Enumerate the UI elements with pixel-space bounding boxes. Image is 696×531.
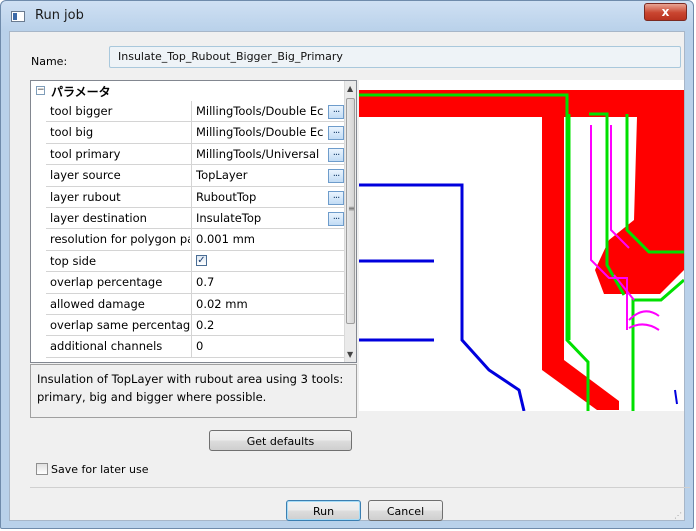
column-divider[interactable]: [191, 336, 192, 357]
run-job-dialog: Run job x Name: Insulate_Top_Rubout_Bigg…: [0, 0, 694, 529]
property-value[interactable]: TopLayer: [196, 168, 344, 182]
column-divider[interactable]: [191, 207, 192, 229]
property-name: additional channels: [50, 339, 163, 354]
browse-button[interactable]: ...: [328, 169, 344, 184]
scroll-up-icon[interactable]: ▲: [347, 84, 353, 93]
property-row[interactable]: tool primary MillingTools/Universal...: [46, 143, 345, 166]
property-name: layer rubout: [50, 189, 121, 204]
column-divider[interactable]: [191, 250, 192, 272]
property-name: tool primary: [50, 146, 121, 161]
column-divider[interactable]: [191, 293, 192, 314]
description-box: Insulation of TopLayer with rubout area …: [30, 364, 357, 418]
column-divider[interactable]: [191, 143, 192, 165]
property-value[interactable]: InsulateTop: [196, 211, 344, 225]
cancel-button[interactable]: Cancel: [368, 500, 443, 521]
property-row[interactable]: additional channels 0: [46, 336, 345, 358]
column-divider[interactable]: [191, 186, 192, 207]
save-for-later-checkbox[interactable]: [36, 463, 48, 475]
property-value[interactable]: MillingTools/Double Ec: [196, 125, 344, 139]
property-rows: tool bigger MillingTools/Double Ec... tool…: [46, 101, 345, 358]
property-row[interactable]: layer destination InsulateTop...: [46, 207, 345, 230]
footer-separator: [30, 487, 690, 488]
property-section-label: パラメータ: [51, 85, 111, 99]
property-name: layer destination: [50, 210, 147, 225]
title-bar[interactable]: Run job x: [1, 1, 693, 31]
property-section-header[interactable]: − パラメータ: [31, 81, 345, 101]
property-name: resolution for polygon pa: [50, 232, 190, 247]
property-value[interactable]: 0.001 mm: [196, 232, 344, 246]
property-row[interactable]: top side ✓: [46, 250, 345, 273]
property-name: overlap percentage: [50, 275, 163, 290]
property-value[interactable]: 0.7: [196, 275, 344, 289]
property-name: tool big: [50, 125, 94, 140]
column-divider[interactable]: [191, 272, 192, 293]
property-value[interactable]: RuboutTop: [196, 190, 344, 204]
property-scrollbar[interactable]: ▲ ≡ ▼: [344, 81, 356, 362]
property-name: tool bigger: [50, 104, 113, 118]
window-icon: [11, 11, 25, 22]
property-row[interactable]: tool bigger MillingTools/Double Ec...: [46, 101, 345, 123]
property-name: overlap same percentage: [50, 317, 190, 332]
get-defaults-button[interactable]: Get defaults: [209, 430, 352, 451]
browse-button[interactable]: ...: [328, 147, 344, 162]
save-for-later-label[interactable]: Save for later use: [51, 463, 149, 476]
property-name: allowed damage: [50, 296, 145, 311]
name-field[interactable]: Insulate_Top_Rubout_Bigger_Big_Primary: [109, 46, 681, 68]
column-divider[interactable]: [191, 122, 192, 143]
property-name: top side: [50, 253, 97, 268]
browse-button[interactable]: ...: [328, 190, 344, 205]
property-row[interactable]: layer rubout RuboutTop...: [46, 186, 345, 208]
collapse-icon[interactable]: −: [36, 86, 45, 95]
property-row[interactable]: allowed damage 0.02 mm: [46, 293, 345, 315]
property-grid-margin: [31, 101, 46, 362]
preview-canvas: [359, 80, 684, 411]
close-button[interactable]: x: [644, 3, 687, 21]
run-button[interactable]: Run: [286, 500, 361, 521]
browse-button[interactable]: ...: [328, 126, 344, 141]
close-icon: x: [661, 5, 670, 19]
scrollbar-grip-icon: ≡: [348, 204, 355, 213]
dialog-client-area: Name: Insulate_Top_Rubout_Bigger_Big_Pri…: [9, 31, 690, 521]
property-value[interactable]: MillingTools/Double Ec: [196, 104, 344, 118]
property-row[interactable]: overlap percentage 0.7: [46, 272, 345, 294]
name-label: Name:: [31, 55, 68, 68]
top-side-checkbox[interactable]: ✓: [196, 254, 207, 266]
property-value[interactable]: 0.02 mm: [196, 297, 344, 311]
window-title: Run job: [35, 8, 84, 23]
property-value[interactable]: MillingTools/Universal: [196, 147, 344, 161]
layer-preview[interactable]: [359, 80, 684, 411]
property-row[interactable]: layer source TopLayer...: [46, 165, 345, 187]
column-divider[interactable]: [191, 165, 192, 186]
resize-grip-icon[interactable]: ⋰: [674, 512, 682, 520]
browse-button[interactable]: ...: [328, 105, 344, 119]
column-divider[interactable]: [191, 101, 192, 122]
column-divider[interactable]: [191, 229, 192, 250]
scrollbar-thumb[interactable]: ≡: [346, 98, 355, 324]
scroll-down-icon[interactable]: ▼: [347, 350, 353, 359]
property-grid: − パラメータ tool bigger MillingTools/Double E…: [30, 80, 357, 363]
property-name: layer source: [50, 168, 121, 183]
property-row[interactable]: tool big MillingTools/Double Ec...: [46, 122, 345, 144]
property-value[interactable]: 0: [196, 339, 344, 353]
property-row[interactable]: resolution for polygon pa 0.001 mm: [46, 229, 345, 251]
column-divider[interactable]: [191, 314, 192, 336]
property-row[interactable]: overlap same percentage 0.2: [46, 314, 345, 337]
property-value[interactable]: 0.2: [196, 318, 344, 332]
browse-button[interactable]: ...: [328, 211, 344, 226]
